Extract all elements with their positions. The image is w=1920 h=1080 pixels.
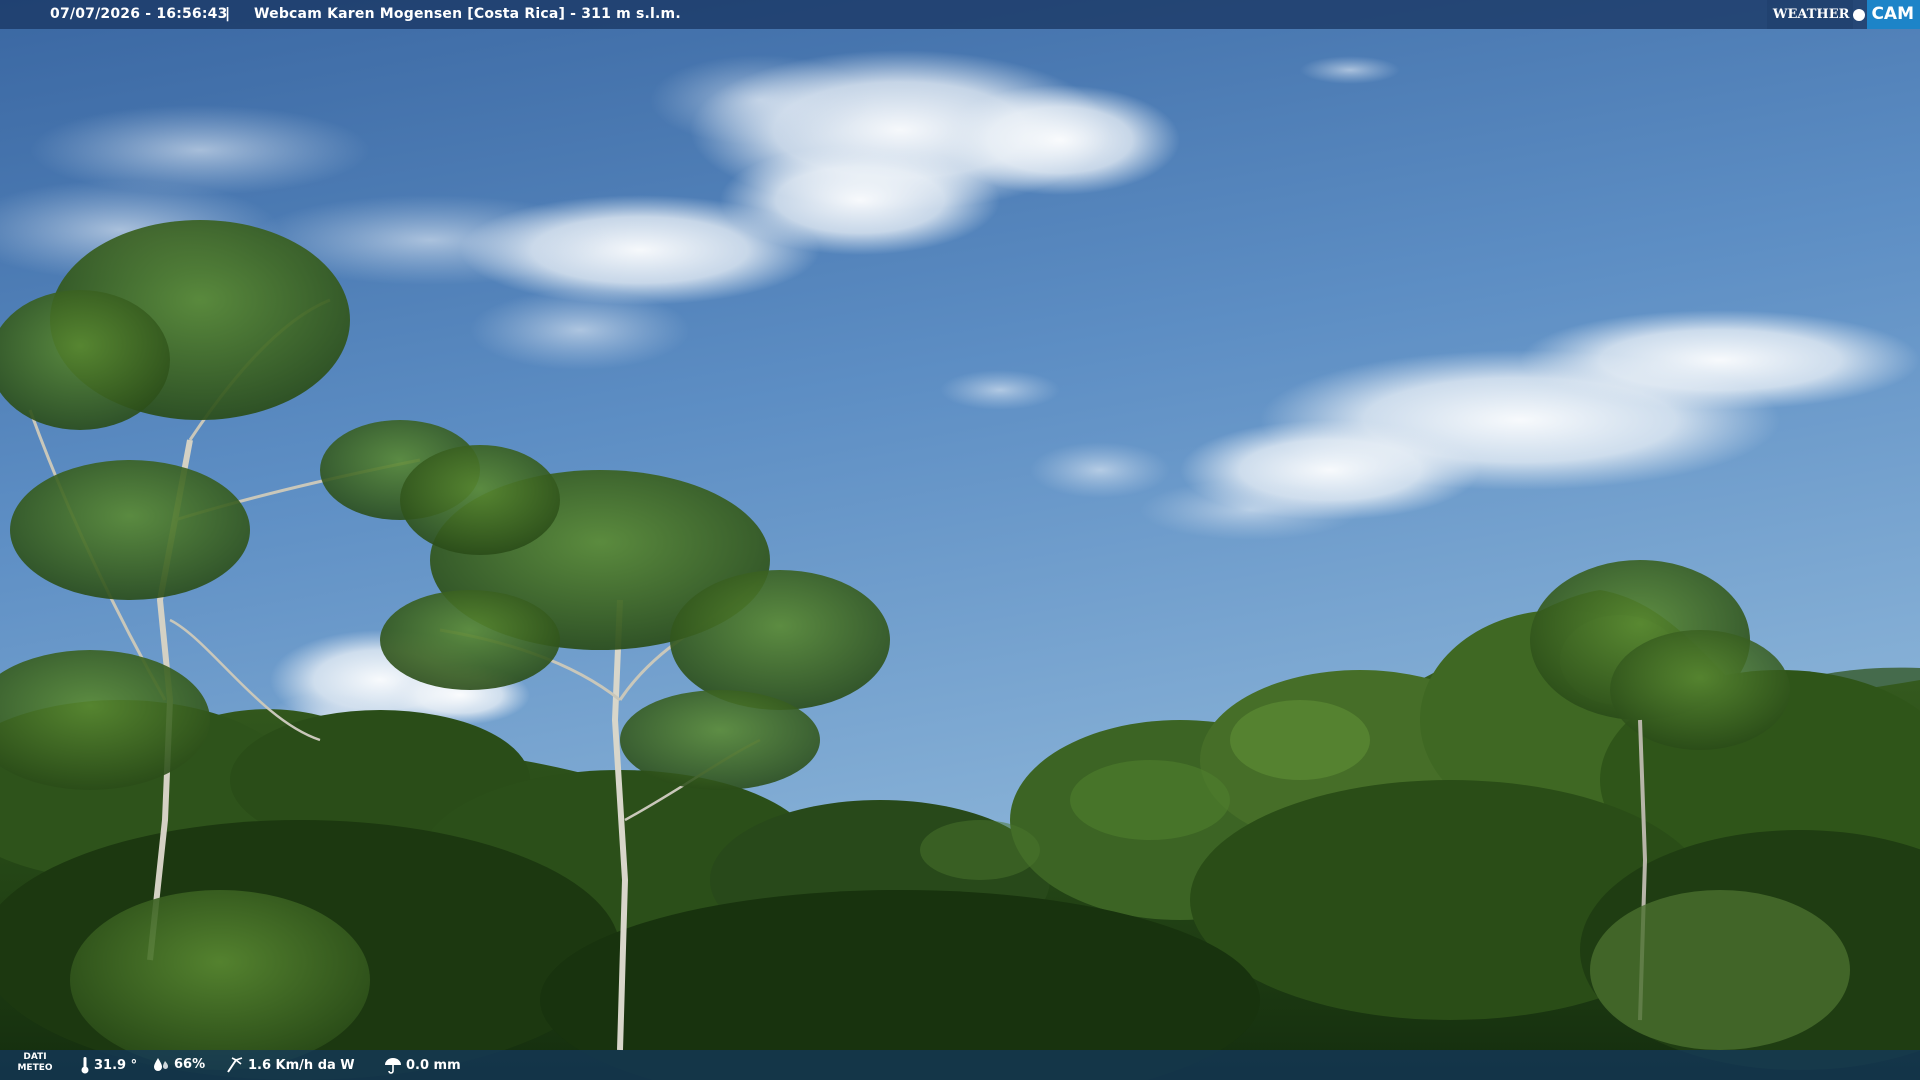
- weather-data-label: DATI METEO: [0, 1052, 70, 1074]
- temperature-reading: 31.9 °: [80, 1056, 137, 1074]
- timestamp: 07/07/2026 - 16:56:43: [50, 6, 228, 22]
- humidity-reading: 66%: [152, 1056, 205, 1072]
- logo-cam-text: CAM: [1867, 0, 1920, 29]
- webcam-title: Webcam Karen Mogensen [Costa Rica] - 311…: [254, 6, 681, 22]
- temperature-value: 31.9 °: [94, 1057, 138, 1073]
- umbrella-icon: [385, 1058, 401, 1074]
- webcam-scene: [0, 0, 1920, 1080]
- header-separator: |: [225, 6, 231, 22]
- humidity-drop-icon: [154, 1058, 168, 1071]
- rain-reading: 0.0 mm: [384, 1056, 461, 1074]
- wind-icon: [227, 1057, 243, 1073]
- top-info-bar: 07/07/2026 - 16:56:43 | Webcam Karen Mog…: [0, 0, 1920, 29]
- weather-data-bar: DATI METEO 31.9 ° 66% 1.6 Km/h da W 0.0 …: [0, 1050, 1920, 1080]
- webcam-frame: 07/07/2026 - 16:56:43 | Webcam Karen Mog…: [0, 0, 1920, 1080]
- logo-dot-icon: [1853, 8, 1866, 21]
- logo-weather-text: WEATHER: [1766, 0, 1854, 29]
- humidity-value: 66%: [174, 1056, 206, 1072]
- thermometer-icon: [81, 1057, 89, 1074]
- rain-value: 0.0 mm: [406, 1057, 461, 1073]
- weather-data-label-line1: DATI: [23, 1052, 47, 1062]
- wind-value: 1.6 Km/h da W: [248, 1057, 355, 1073]
- weather-data-label-line2: METEO: [17, 1063, 53, 1073]
- weathercam-logo[interactable]: WEATHER CAM: [1766, 0, 1920, 29]
- wind-reading: 1.6 Km/h da W: [226, 1056, 355, 1074]
